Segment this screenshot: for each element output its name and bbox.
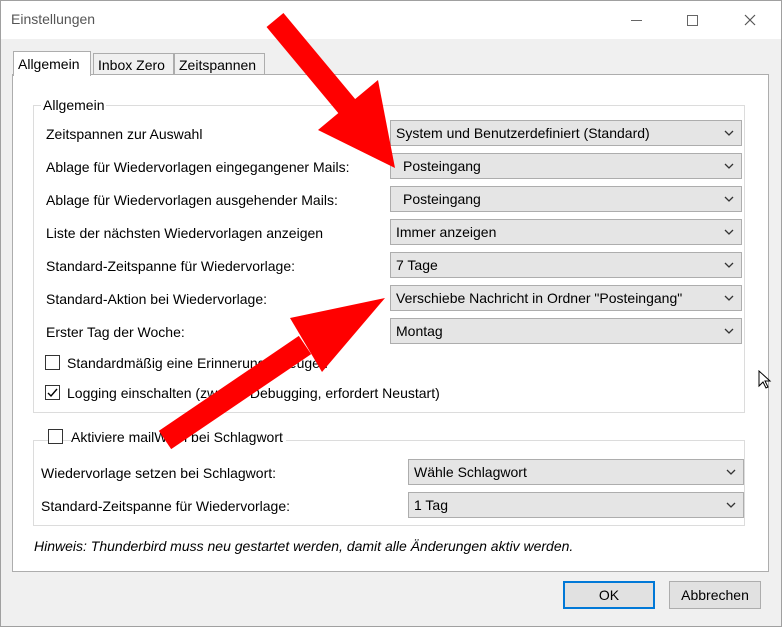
show-list-select[interactable]: Immer anzeigen xyxy=(390,219,742,245)
timespans-select[interactable]: System und Benutzerdefiniert (Standard) xyxy=(390,120,742,146)
outgoing-folder-select[interactable]: Posteingang xyxy=(390,186,742,212)
row-label-incoming-folder: Ablage für Wiedervorlagen eingegangener … xyxy=(46,159,350,175)
select-value: Posteingang xyxy=(403,191,481,207)
select-value: Posteingang xyxy=(403,158,481,174)
reminder-checkbox-label: Standardmäßig eine Erinnerung erzeugen xyxy=(67,355,328,371)
row-label-tag-timespan: Standard-Zeitspanne für Wiedervorlage: xyxy=(41,498,291,514)
chevron-down-icon xyxy=(726,469,736,475)
chevron-down-icon xyxy=(724,262,734,268)
cancel-button[interactable]: Abbrechen xyxy=(669,581,761,609)
ok-button[interactable]: OK xyxy=(563,581,655,609)
restart-hint: Hinweis: Thunderbird muss neu gestartet … xyxy=(34,538,574,554)
select-value: 7 Tage xyxy=(396,257,438,273)
row-label-first-day: Erster Tag der Woche: xyxy=(46,324,185,340)
enable-tagging-checkbox[interactable] xyxy=(48,429,63,444)
row-label-default-action: Standard-Aktion bei Wiedervorlage: xyxy=(46,291,268,307)
mouse-cursor-icon xyxy=(758,370,772,389)
default-timespan-select[interactable]: 7 Tage xyxy=(390,252,742,278)
chevron-down-icon xyxy=(726,502,736,508)
select-value: Wähle Schlagwort xyxy=(414,464,527,480)
select-value: Verschiebe Nachricht in Ordner "Posteing… xyxy=(396,290,683,306)
logging-checkbox[interactable] xyxy=(45,385,60,400)
tag-timespan-select[interactable]: 1 Tag xyxy=(408,492,744,518)
chevron-down-icon xyxy=(724,328,734,334)
close-icon[interactable] xyxy=(727,1,773,39)
tab-panel: Allgemein Zeitspannen zur Auswahl System… xyxy=(12,74,769,572)
chevron-down-icon xyxy=(724,130,734,136)
general-group-title: Allgemein xyxy=(41,97,107,113)
select-value: 1 Tag xyxy=(414,497,448,513)
logging-checkbox-label: Logging einschalten (zwecks Debugging, e… xyxy=(67,385,440,401)
select-value: Immer anzeigen xyxy=(396,224,497,240)
row-label-show-list: Liste der nächsten Wiedervorlagen anzeig… xyxy=(46,225,324,241)
tab-zeitspannen[interactable]: Zeitspannen xyxy=(174,53,265,75)
chevron-down-icon xyxy=(724,163,734,169)
row-label-outgoing-folder: Ablage für Wiedervorlagen ausgehender Ma… xyxy=(46,192,338,208)
title-bar: Einstellungen xyxy=(1,1,781,39)
incoming-folder-select[interactable]: Posteingang xyxy=(390,153,742,179)
maximize-icon[interactable] xyxy=(669,1,715,39)
row-label-timespans: Zeitspannen zur Auswahl xyxy=(46,126,203,142)
select-value: Montag xyxy=(396,323,443,339)
checkmark-icon xyxy=(47,388,58,398)
chevron-down-icon xyxy=(724,295,734,301)
row-label-default-timespan: Standard-Zeitspanne für Wiedervorlage: xyxy=(46,258,296,274)
tab-allgemein[interactable]: Allgemein xyxy=(13,51,91,76)
reminder-checkbox[interactable] xyxy=(45,355,60,370)
minimize-icon[interactable] xyxy=(613,1,659,39)
tag-select[interactable]: Wähle Schlagwort xyxy=(408,459,744,485)
window-title: Einstellungen xyxy=(11,11,96,27)
enable-tagging-label: Aktiviere mailWarn bei Schlagwort xyxy=(71,429,286,445)
settings-dialog: Einstellungen Allgemein Inbox Zero Zeits… xyxy=(0,0,782,627)
first-day-select[interactable]: Montag xyxy=(390,318,742,344)
select-value: System und Benutzerdefiniert (Standard) xyxy=(396,125,650,141)
tab-inbox-zero[interactable]: Inbox Zero xyxy=(93,53,174,75)
chevron-down-icon xyxy=(724,229,734,235)
default-action-select[interactable]: Verschiebe Nachricht in Ordner "Posteing… xyxy=(390,285,742,311)
row-label-tag-trigger: Wiedervorlage setzen bei Schlagwort: xyxy=(41,465,277,481)
chevron-down-icon xyxy=(724,196,734,202)
